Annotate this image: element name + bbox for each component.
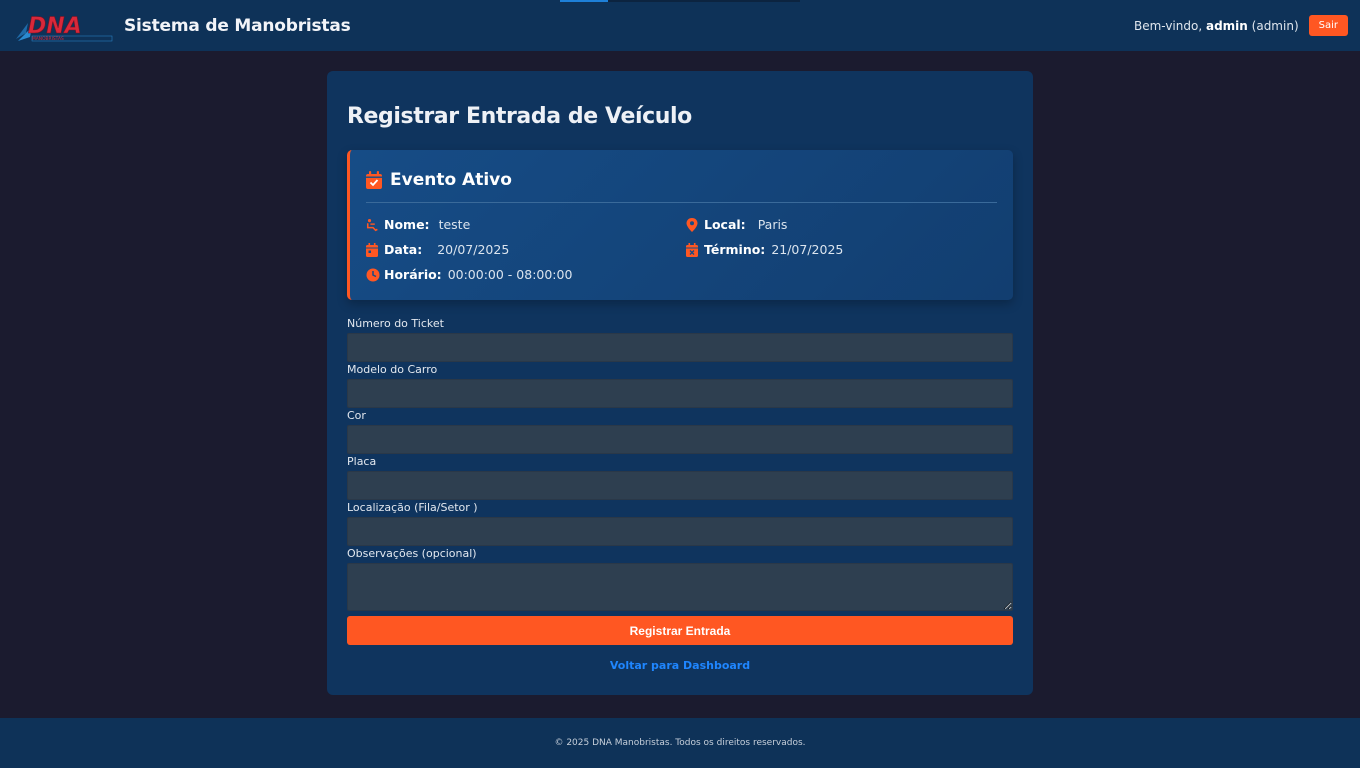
clock-icon	[366, 268, 380, 282]
person-wheelchair-icon	[366, 218, 380, 232]
event-divider	[366, 202, 997, 203]
event-name-value: teste	[438, 217, 471, 232]
page-footer: © 2025 DNA Manobristas. Todos os direito…	[0, 718, 1360, 768]
ticket-number-input[interactable]	[347, 333, 1013, 362]
calendar-check-icon	[366, 171, 382, 189]
event-time-row: Horário: 00:00:00 - 08:00:00	[366, 267, 572, 282]
parking-location-label: Localização (Fila/Setor )	[347, 501, 478, 514]
event-heading-text: Evento Ativo	[390, 170, 512, 190]
car-model-input[interactable]	[347, 379, 1013, 408]
event-date-label: Data:	[384, 242, 423, 257]
event-date-value: 20/07/2025	[437, 242, 510, 257]
welcome-text: Bem-vindo, admin (admin)	[1134, 19, 1299, 33]
dna-logo[interactable]: DNA MANOBRISTAS	[14, 9, 114, 43]
app-title: Sistema de Manobristas	[124, 15, 351, 36]
register-entry-button[interactable]: Registrar Entrada	[347, 616, 1013, 645]
event-end-label: Término:	[704, 242, 766, 257]
page-load-progress-fill	[560, 0, 608, 2]
page-title: Registrar Entrada de Veículo	[347, 104, 692, 129]
color-label: Cor	[347, 409, 366, 422]
event-date-row: Data: 20/07/2025	[366, 242, 509, 257]
event-location-label: Local:	[704, 217, 746, 232]
event-name-row: Nome: teste	[366, 217, 470, 232]
register-entry-card: Registrar Entrada de Veículo Evento Ativ…	[327, 71, 1033, 695]
page-load-progress	[560, 0, 800, 2]
parking-location-input[interactable]	[347, 517, 1013, 546]
event-heading: Evento Ativo	[366, 170, 512, 190]
plate-label: Placa	[347, 455, 377, 468]
notes-label: Observações (opcional)	[347, 547, 477, 560]
back-to-dashboard-link[interactable]: Voltar para Dashboard	[327, 659, 1033, 672]
event-time-label: Horário:	[384, 267, 442, 282]
color-input[interactable]	[347, 425, 1013, 454]
user-role: (admin)	[1251, 18, 1299, 33]
calendar-icon	[366, 242, 380, 257]
map-pin-icon	[686, 217, 700, 232]
svg-text:DNA: DNA	[28, 14, 82, 39]
active-event-panel: Evento Ativo Nome: teste Local: Paris Da…	[347, 150, 1013, 300]
event-end-value: 21/07/2025	[771, 242, 844, 257]
username: admin	[1205, 18, 1248, 33]
car-model-label: Modelo do Carro	[347, 363, 438, 376]
welcome-prefix: Bem-vindo,	[1134, 18, 1203, 33]
ticket-number-label: Número do Ticket	[347, 317, 444, 330]
event-location-row: Local: Paris	[686, 217, 787, 232]
event-name-label: Nome:	[384, 217, 430, 232]
user-area: Bem-vindo, admin (admin) Sair	[1134, 15, 1348, 36]
event-location-value: Paris	[757, 217, 788, 232]
logout-button[interactable]: Sair	[1308, 15, 1348, 36]
notes-textarea[interactable]	[347, 563, 1013, 611]
footer-copyright: © 2025 DNA Manobristas. Todos os direito…	[554, 738, 806, 748]
calendar-x-icon	[686, 242, 700, 257]
top-header: DNA MANOBRISTAS Sistema de Manobristas B…	[0, 0, 1360, 51]
event-time-value: 00:00:00 - 08:00:00	[447, 267, 573, 282]
event-end-row: Término: 21/07/2025	[686, 242, 843, 257]
plate-input[interactable]	[347, 471, 1013, 500]
